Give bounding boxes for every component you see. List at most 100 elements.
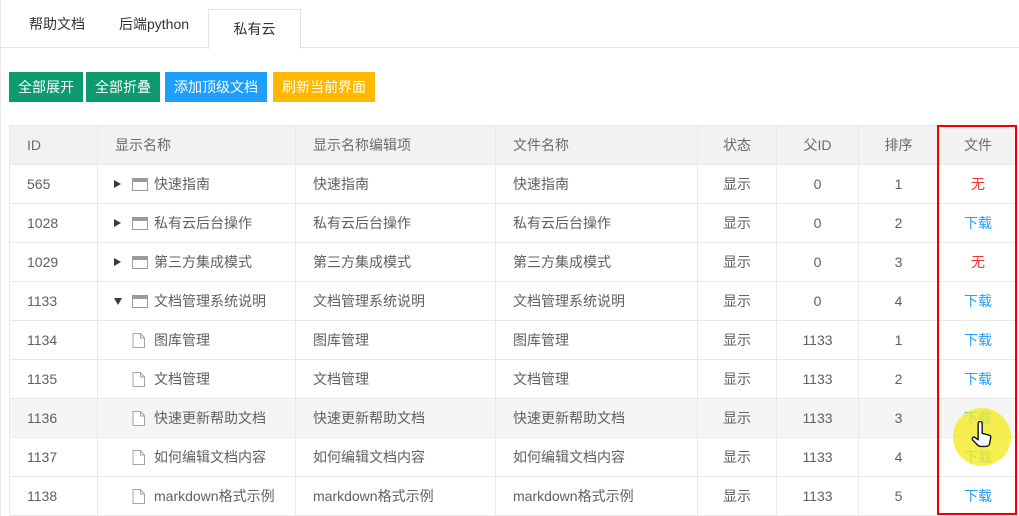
cell-status: 显示 — [698, 321, 777, 360]
cell-id: 1028 — [10, 204, 98, 243]
cell-parent-id: 0 — [777, 243, 859, 282]
cell-display-name: 文档管理 — [98, 360, 296, 399]
toggle-icon[interactable] — [114, 219, 132, 227]
node-label: markdown格式示例 — [154, 477, 275, 515]
cell-order: 1 — [859, 165, 939, 204]
cell-display-name: 私有云后台操作 — [98, 204, 296, 243]
file-icon — [132, 411, 145, 426]
cell-parent-id: 1133 — [777, 399, 859, 438]
tab-bar: 帮助文档 后端python 私有云 — [1, 0, 1019, 48]
table-row: 565 快速指南 快速指南 快速指南 显示 0 1 无 — [10, 165, 1018, 204]
tab-private-cloud[interactable]: 私有云 — [208, 9, 301, 49]
cell-status: 显示 — [698, 477, 777, 516]
cell-id: 1134 — [10, 321, 98, 360]
tab-help-docs[interactable]: 帮助文档 — [29, 0, 85, 48]
triangle-glyph — [114, 219, 121, 227]
node-label: 文档管理 — [154, 360, 210, 398]
cell-file-link[interactable]: 下载 — [939, 399, 1018, 438]
column-header-file: 文件 — [939, 126, 1018, 165]
node-label: 如何编辑文档内容 — [154, 438, 266, 476]
cell-edit-name[interactable]: 文档管理 — [296, 360, 496, 399]
cell-status: 显示 — [698, 204, 777, 243]
cell-edit-name[interactable]: 快速指南 — [296, 165, 496, 204]
table-row: 1138 markdown格式示例 markdown格式示例 markdown格… — [10, 477, 1018, 516]
cell-status: 显示 — [698, 360, 777, 399]
cell-edit-name[interactable]: markdown格式示例 — [296, 477, 496, 516]
cell-parent-id: 0 — [777, 282, 859, 321]
cell-display-name: markdown格式示例 — [98, 477, 296, 516]
cell-file-link[interactable]: 下载 — [939, 360, 1018, 399]
add-top-doc-button[interactable]: 添加顶级文档 — [165, 72, 267, 102]
cell-edit-name[interactable]: 文档管理系统说明 — [296, 282, 496, 321]
toggle-icon[interactable] — [114, 258, 132, 266]
file-icon — [132, 372, 145, 387]
column-header-parent-id: 父ID — [777, 126, 859, 165]
node-label: 快速指南 — [154, 165, 210, 203]
cell-display-name: 快速指南 — [98, 165, 296, 204]
table-body: 565 快速指南 快速指南 快速指南 显示 0 1 无 1028 — [10, 165, 1017, 516]
cell-parent-id: 1133 — [777, 360, 859, 399]
cell-order: 5 — [859, 477, 939, 516]
cell-order: 4 — [859, 438, 939, 477]
cell-order: 3 — [859, 243, 939, 282]
cell-id: 1136 — [10, 399, 98, 438]
column-header-id: ID — [10, 126, 98, 165]
table-row: 1028 私有云后台操作 私有云后台操作 私有云后台操作 显示 0 2 下载 — [10, 204, 1018, 243]
cell-file-name: markdown格式示例 — [496, 477, 698, 516]
cell-file-link[interactable]: 下载 — [939, 438, 1018, 477]
triangle-glyph — [114, 298, 122, 305]
cell-file-name: 文档管理系统说明 — [496, 282, 698, 321]
cell-file-name: 私有云后台操作 — [496, 204, 698, 243]
table-row: 1029 第三方集成模式 第三方集成模式 第三方集成模式 显示 0 3 无 — [10, 243, 1018, 282]
cell-order: 2 — [859, 204, 939, 243]
cell-status: 显示 — [698, 282, 777, 321]
window-icon — [132, 178, 148, 191]
cell-edit-name[interactable]: 图库管理 — [296, 321, 496, 360]
cell-file-name: 如何编辑文档内容 — [496, 438, 698, 477]
table-row: 1136 快速更新帮助文档 快速更新帮助文档 快速更新帮助文档 显示 1133 … — [10, 399, 1018, 438]
cell-order: 1 — [859, 321, 939, 360]
node-label: 图库管理 — [154, 321, 210, 359]
cell-file-link[interactable]: 下载 — [939, 321, 1018, 360]
toggle-icon[interactable] — [114, 180, 132, 188]
table-row: 1135 文档管理 文档管理 文档管理 显示 1133 2 下载 — [10, 360, 1018, 399]
cell-parent-id: 0 — [777, 204, 859, 243]
expand-all-button[interactable]: 全部展开 — [9, 72, 83, 102]
column-header-file-name: 文件名称 — [496, 126, 698, 165]
cell-file-link: 无 — [939, 165, 1018, 204]
column-header-name: 显示名称 — [98, 126, 296, 165]
window-icon — [132, 217, 148, 230]
toggle-icon[interactable] — [114, 298, 132, 305]
tab-backend-python[interactable]: 后端python — [119, 0, 189, 48]
cell-display-name: 图库管理 — [98, 321, 296, 360]
collapse-all-button[interactable]: 全部折叠 — [86, 72, 160, 102]
cell-file-link[interactable]: 下载 — [939, 282, 1018, 321]
cell-status: 显示 — [698, 243, 777, 282]
node-label: 私有云后台操作 — [154, 204, 252, 242]
node-label: 快速更新帮助文档 — [154, 399, 266, 437]
refresh-page-button[interactable]: 刷新当前界面 — [273, 72, 375, 102]
cell-order: 4 — [859, 282, 939, 321]
cell-file-link[interactable]: 下载 — [939, 477, 1018, 516]
cell-edit-name[interactable]: 私有云后台操作 — [296, 204, 496, 243]
file-icon — [132, 450, 145, 465]
window-icon — [132, 256, 148, 269]
triangle-glyph — [114, 180, 121, 188]
table-row: 1137 如何编辑文档内容 如何编辑文档内容 如何编辑文档内容 显示 1133 … — [10, 438, 1018, 477]
cell-file-name: 快速指南 — [496, 165, 698, 204]
cell-edit-name[interactable]: 第三方集成模式 — [296, 243, 496, 282]
cell-parent-id: 1133 — [777, 477, 859, 516]
cell-status: 显示 — [698, 399, 777, 438]
cell-id: 1137 — [10, 438, 98, 477]
column-header-status: 状态 — [698, 126, 777, 165]
cell-status: 显示 — [698, 165, 777, 204]
cell-edit-name[interactable]: 快速更新帮助文档 — [296, 399, 496, 438]
node-label: 第三方集成模式 — [154, 243, 252, 281]
cell-edit-name[interactable]: 如何编辑文档内容 — [296, 438, 496, 477]
triangle-glyph — [114, 258, 121, 266]
cell-file-link[interactable]: 下载 — [939, 204, 1018, 243]
cell-display-name: 如何编辑文档内容 — [98, 438, 296, 477]
cell-file-name: 文档管理 — [496, 360, 698, 399]
window-icon — [132, 295, 148, 308]
cell-display-name: 文档管理系统说明 — [98, 282, 296, 321]
